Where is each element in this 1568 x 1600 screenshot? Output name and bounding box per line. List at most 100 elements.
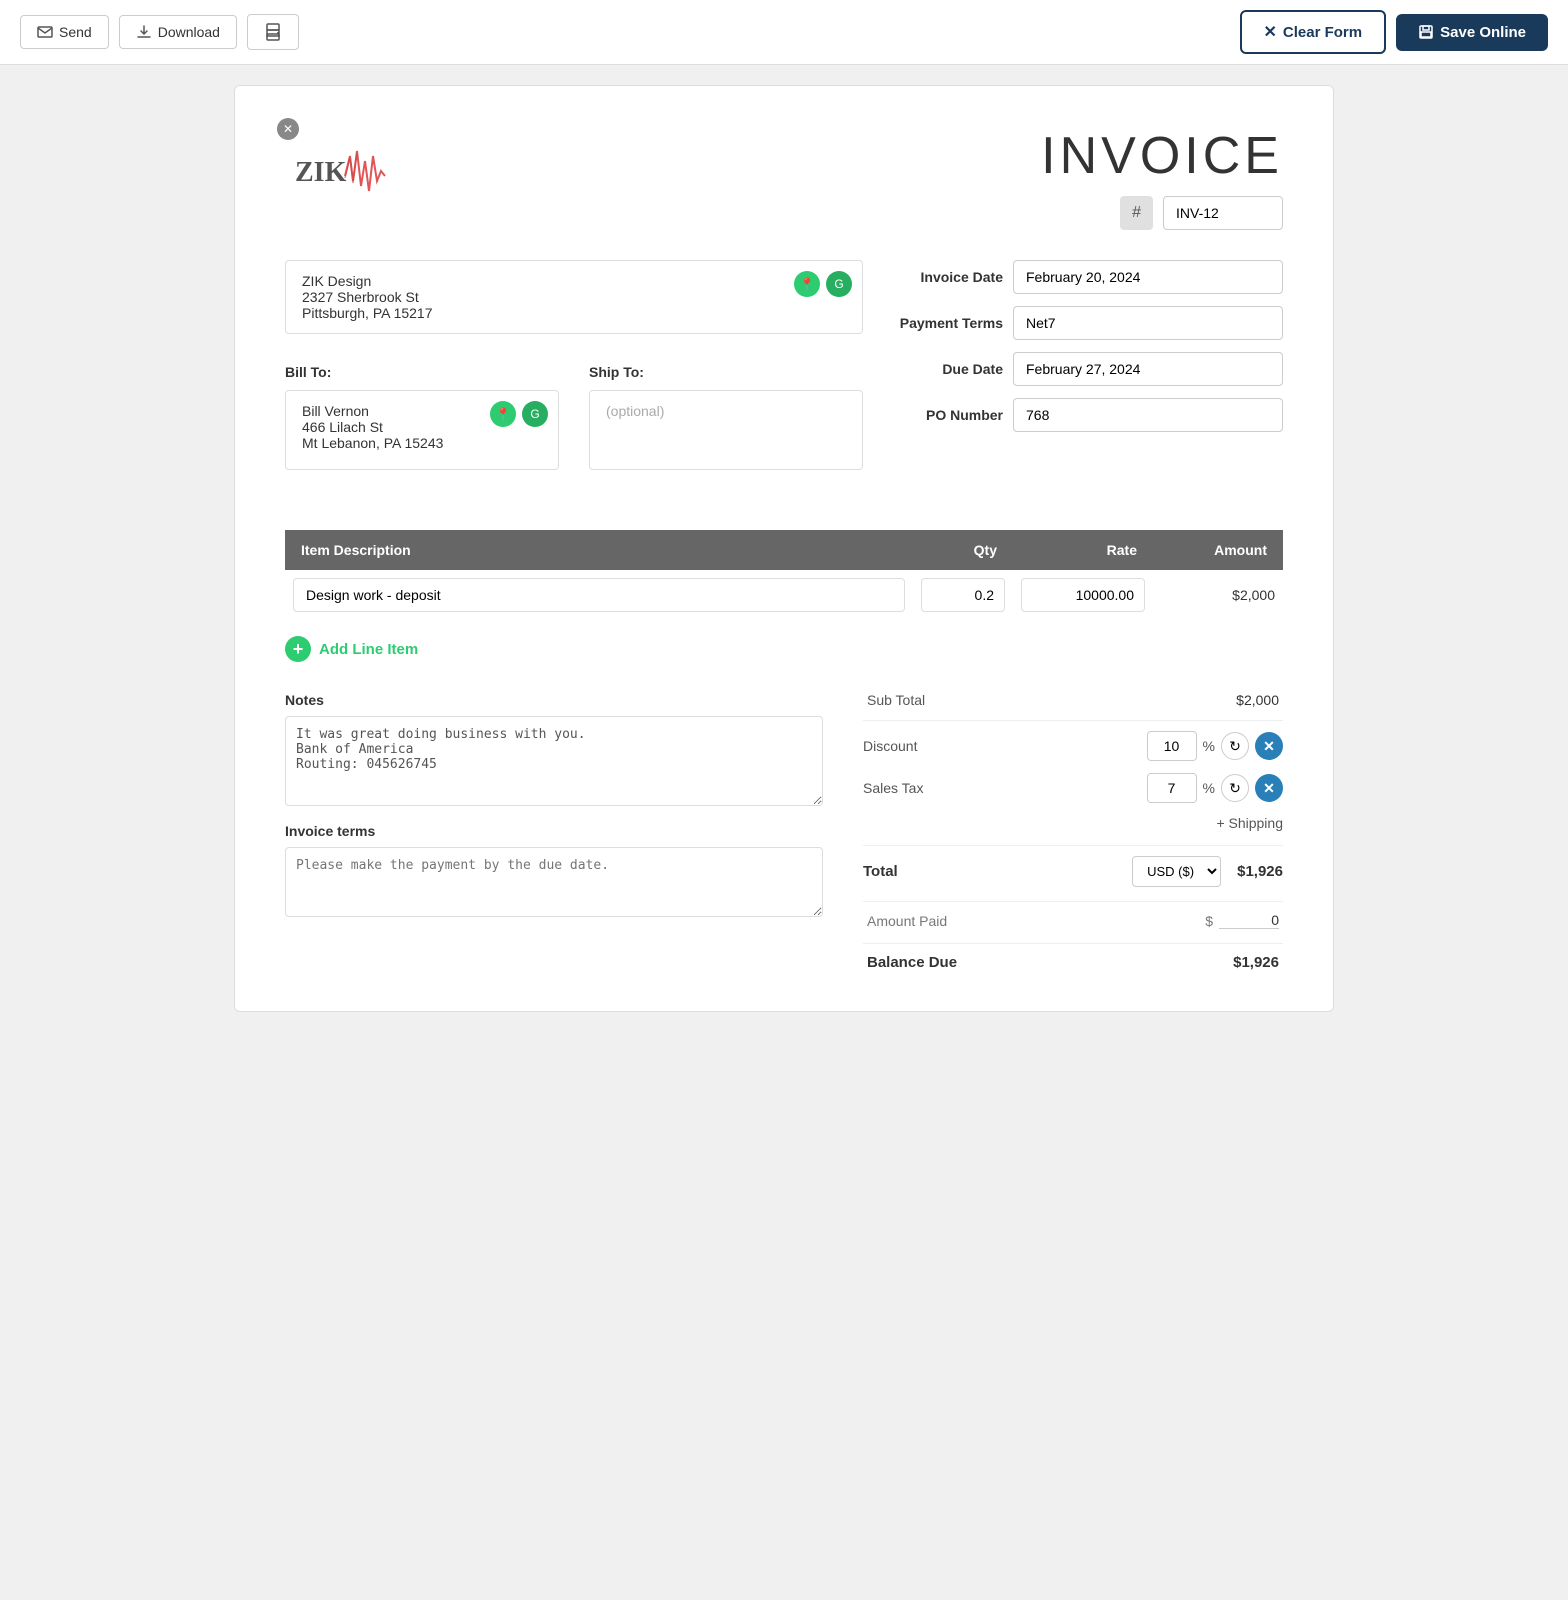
tax-row: Sales Tax % ↻ ✕: [863, 773, 1283, 803]
send-button[interactable]: Send: [20, 15, 109, 49]
tax-pct-symbol: %: [1203, 780, 1215, 796]
remove-logo-button[interactable]: ✕: [277, 118, 299, 140]
terms-textarea[interactable]: [285, 847, 823, 917]
total-label: Total: [863, 863, 898, 880]
top-left: 📍 G ZIK Design 2327 Sherbrook St Pittsbu…: [285, 260, 863, 500]
total-right: USD ($) $1,926: [1132, 856, 1283, 887]
add-line-item-button[interactable]: + Add Line Item: [285, 636, 1283, 662]
payment-terms-label: Payment Terms: [863, 315, 1003, 331]
amount-paid-right: $: [1205, 912, 1279, 929]
invoice-date-input[interactable]: [1013, 260, 1283, 294]
due-date-label: Due Date: [863, 361, 1003, 377]
bill-grammar-btn[interactable]: G: [522, 401, 548, 427]
billing-ship-row: Bill To: 📍 G Bill Vernon 466 Lilach St M…: [285, 364, 863, 470]
tax-label: Sales Tax: [863, 780, 923, 796]
amount-paid-row: Amount Paid $: [863, 912, 1283, 929]
total-value: $1,926: [1237, 863, 1283, 880]
add-shipping-button[interactable]: + Shipping: [863, 815, 1283, 831]
discount-remove-button[interactable]: ✕: [1255, 732, 1283, 760]
discount-input[interactable]: [1147, 731, 1197, 761]
toolbar: Send Download ✕ Clear Form: [0, 0, 1568, 65]
hash-symbol: #: [1120, 196, 1153, 230]
table-row: $2,000: [285, 570, 1283, 620]
invoice-title: INVOICE: [1041, 126, 1283, 186]
bill-location-btn[interactable]: 📍: [490, 401, 516, 427]
from-address-icons: 📍 G: [794, 271, 852, 297]
amount-paid-label: Amount Paid: [867, 913, 947, 929]
items-table: Item Description Qty Rate Amount $2,000: [285, 530, 1283, 620]
discount-pct-symbol: %: [1203, 738, 1215, 754]
po-number-label: PO Number: [863, 407, 1003, 423]
tax-refresh-button[interactable]: ↻: [1221, 774, 1249, 802]
discount-label: Discount: [863, 738, 917, 754]
item-description-cell: [285, 570, 913, 620]
item-qty-input[interactable]: [921, 578, 1005, 612]
notes-area: Notes Invoice terms: [285, 692, 823, 971]
shipping-label: + Shipping: [1216, 815, 1283, 831]
item-amount-cell: $2,000: [1153, 570, 1283, 620]
discount-controls: % ↻ ✕: [1147, 731, 1283, 761]
po-number-input[interactable]: [1013, 398, 1283, 432]
bill-address2: Mt Lebanon, PA 15243: [302, 435, 542, 451]
add-line-label: Add Line Item: [319, 641, 418, 658]
terms-label: Invoice terms: [285, 823, 823, 839]
from-address2: Pittsburgh, PA 15217: [302, 305, 846, 321]
bill-to-label: Bill To:: [285, 364, 559, 380]
invoice-date-label: Invoice Date: [863, 269, 1003, 285]
ship-to-label: Ship To:: [589, 364, 863, 380]
invoice-date-row: Invoice Date: [863, 260, 1283, 294]
amount-paid-input[interactable]: [1219, 912, 1279, 929]
download-icon: [136, 24, 152, 40]
logo-image: ZIK: [285, 126, 415, 226]
download-button[interactable]: Download: [119, 15, 237, 49]
subtotal-value: $2,000: [1236, 692, 1279, 708]
toolbar-right: ✕ Clear Form Save Online: [1240, 10, 1548, 54]
col-qty: Qty: [913, 530, 1013, 570]
from-address-grammar-btn[interactable]: G: [826, 271, 852, 297]
amount-paid-symbol: $: [1205, 913, 1213, 929]
balance-due-value: $1,926: [1233, 954, 1279, 971]
from-address-box: 📍 G ZIK Design 2327 Sherbrook St Pittsbu…: [285, 260, 863, 334]
print-button[interactable]: [247, 14, 299, 50]
ship-address-box: (optional): [589, 390, 863, 470]
balance-due-row: Balance Due $1,926: [863, 954, 1283, 971]
invoice-number-input[interactable]: [1163, 196, 1283, 230]
bill-to-area: Bill To: 📍 G Bill Vernon 466 Lilach St M…: [285, 364, 559, 470]
balance-due-label: Balance Due: [867, 954, 957, 971]
bill-address-box: 📍 G Bill Vernon 466 Lilach St Mt Lebanon…: [285, 390, 559, 470]
discount-refresh-button[interactable]: ↻: [1221, 732, 1249, 760]
col-description: Item Description: [285, 530, 913, 570]
from-address-location-btn[interactable]: 📍: [794, 271, 820, 297]
item-rate-cell: [1013, 570, 1153, 620]
item-description-input[interactable]: [293, 578, 905, 612]
add-icon: +: [285, 636, 311, 662]
due-date-input[interactable]: [1013, 352, 1283, 386]
subtotal-row: Sub Total $2,000: [863, 692, 1283, 708]
print-icon: [264, 23, 282, 41]
total-row: Total USD ($) $1,926: [863, 856, 1283, 887]
x-icon: ✕: [1264, 22, 1277, 42]
invoice-number-row: #: [1041, 196, 1283, 230]
send-icon: [37, 24, 53, 40]
tax-remove-button[interactable]: ✕: [1255, 774, 1283, 802]
due-date-row: Due Date: [863, 352, 1283, 386]
invoice-fields: Invoice Date Payment Terms Due Date PO N…: [863, 260, 1283, 500]
currency-select[interactable]: USD ($): [1132, 856, 1221, 887]
clear-form-button[interactable]: ✕ Clear Form: [1240, 10, 1387, 54]
col-amount: Amount: [1153, 530, 1283, 570]
po-number-row: PO Number: [863, 398, 1283, 432]
logo-area: ✕ ZIK: [285, 126, 415, 226]
svg-text:ZIK: ZIK: [295, 157, 347, 188]
from-address1: 2327 Sherbrook St: [302, 289, 846, 305]
tax-controls: % ↻ ✕: [1147, 773, 1283, 803]
notes-label: Notes: [285, 692, 823, 708]
totals-area: Sub Total $2,000 Discount % ↻ ✕ Sales Ta…: [863, 692, 1283, 971]
save-icon: [1418, 24, 1434, 40]
item-rate-input[interactable]: [1021, 578, 1145, 612]
payment-terms-input[interactable]: [1013, 306, 1283, 340]
save-online-button[interactable]: Save Online: [1396, 14, 1548, 51]
tax-input[interactable]: [1147, 773, 1197, 803]
invoice-header: ✕ ZIK INVOICE #: [285, 126, 1283, 230]
notes-textarea[interactable]: [285, 716, 823, 806]
ship-to-area: Ship To: (optional): [589, 364, 863, 470]
